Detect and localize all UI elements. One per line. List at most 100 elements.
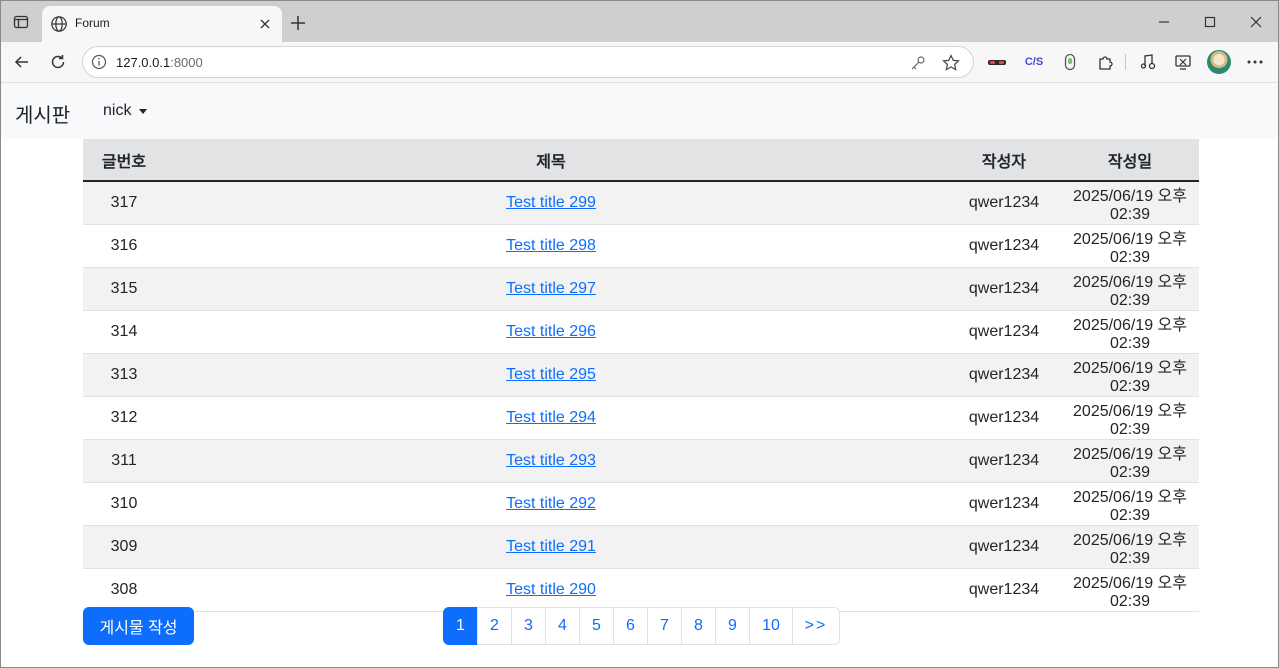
post-date: 2025/06/19 오후 02:39 xyxy=(1073,231,1187,266)
page-link-10[interactable]: 10 xyxy=(749,607,793,645)
new-tab-icon[interactable] xyxy=(288,13,308,33)
tab-strip: Forum xyxy=(1,1,1278,42)
post-date: 2025/06/19 오후 02:39 xyxy=(1073,489,1187,524)
user-name: nick xyxy=(103,102,132,119)
post-num: 312 xyxy=(110,409,138,426)
post-num: 310 xyxy=(110,495,138,512)
reload-icon[interactable] xyxy=(46,50,70,74)
user-dropdown[interactable]: nick xyxy=(103,102,148,120)
post-title-link[interactable]: Test title 294 xyxy=(506,409,596,426)
post-num: 308 xyxy=(110,581,138,598)
chevron-down-icon xyxy=(139,108,148,114)
post-author: qwer1234 xyxy=(968,538,1040,555)
globe-icon xyxy=(51,16,67,32)
post-title-link[interactable]: Test title 297 xyxy=(506,280,596,297)
header-date: 작성일 xyxy=(1107,153,1153,171)
post-num: 315 xyxy=(110,280,138,297)
header-author: 작성자 xyxy=(981,153,1027,171)
browser-toolbar: 127.0.0.1:8000 C/S xyxy=(1,42,1278,83)
tab-title: Forum xyxy=(75,16,110,30)
post-date: 2025/06/19 오후 02:39 xyxy=(1073,188,1187,223)
post-author: qwer1234 xyxy=(968,280,1040,297)
pill-icon[interactable] xyxy=(1059,51,1081,73)
post-num: 314 xyxy=(110,323,138,340)
post-table: 글번호 제목 작성자 작성일 317 Test title 299 qwer12… xyxy=(83,139,1199,612)
profile-avatar[interactable] xyxy=(1207,50,1231,74)
navbar: 게시판 nick xyxy=(1,83,1278,139)
table-row: 311 Test title 293 qwer1234 2025/06/19 오… xyxy=(83,439,1199,483)
back-icon[interactable] xyxy=(10,50,34,74)
table-row: 309 Test title 291 qwer1234 2025/06/19 오… xyxy=(83,525,1199,569)
page-link-9[interactable]: 9 xyxy=(715,607,750,645)
toolbar-separator xyxy=(1125,54,1126,70)
favorite-star-icon[interactable] xyxy=(941,53,961,73)
table-row: 313 Test title 295 qwer1234 2025/06/19 오… xyxy=(83,353,1199,397)
url-text: 127.0.0.1:8000 xyxy=(116,55,203,70)
address-bar[interactable]: 127.0.0.1:8000 xyxy=(82,46,974,78)
post-author: qwer1234 xyxy=(968,409,1040,426)
post-num: 311 xyxy=(111,452,137,469)
brand-link[interactable]: 게시판 xyxy=(15,99,70,128)
puzzle-icon[interactable] xyxy=(1095,51,1117,73)
post-date: 2025/06/19 오후 02:39 xyxy=(1073,360,1187,395)
close-window-icon[interactable] xyxy=(1244,11,1268,33)
page-next-button[interactable]: >> xyxy=(792,607,840,645)
page-link-3[interactable]: 3 xyxy=(511,607,546,645)
table-row: 310 Test title 292 qwer1234 2025/06/19 오… xyxy=(83,482,1199,526)
tab-actions-icon[interactable] xyxy=(10,11,32,33)
page-link-4[interactable]: 4 xyxy=(545,607,580,645)
table-row: 308 Test title 290 qwer1234 2025/06/19 오… xyxy=(83,568,1199,612)
media-icon[interactable] xyxy=(1137,51,1159,73)
post-author: qwer1234 xyxy=(968,452,1040,469)
post-title-link[interactable]: Test title 296 xyxy=(506,323,596,340)
page-link-7[interactable]: 7 xyxy=(647,607,682,645)
table-row: 315 Test title 297 qwer1234 2025/06/19 오… xyxy=(83,267,1199,311)
css-icon[interactable]: C/S xyxy=(1023,51,1045,73)
incognito-icon[interactable] xyxy=(986,51,1008,73)
table-row: 314 Test title 296 qwer1234 2025/06/19 오… xyxy=(83,310,1199,354)
more-menu-icon[interactable] xyxy=(1244,51,1266,73)
header-title: 제목 xyxy=(536,153,566,171)
post-title-link[interactable]: Test title 295 xyxy=(506,366,596,383)
post-num: 309 xyxy=(110,538,138,555)
screenshot-icon[interactable] xyxy=(1172,51,1194,73)
tab-forum[interactable]: Forum xyxy=(42,6,282,42)
site-info-icon[interactable] xyxy=(91,54,107,70)
pagination: 1 2 3 4 5 6 7 8 9 10 >> xyxy=(443,607,840,645)
post-date: 2025/06/19 오후 02:39 xyxy=(1073,403,1187,438)
table-row: 317 Test title 299 qwer1234 2025/06/19 오… xyxy=(83,181,1199,225)
post-num: 313 xyxy=(110,366,138,383)
post-date: 2025/06/19 오후 02:39 xyxy=(1073,575,1187,610)
post-num: 317 xyxy=(110,194,138,211)
post-title-link[interactable]: Test title 291 xyxy=(506,538,596,555)
table-header-row: 글번호 제목 작성자 작성일 xyxy=(83,139,1199,181)
header-num: 글번호 xyxy=(101,153,147,171)
post-date: 2025/06/19 오후 02:39 xyxy=(1073,446,1187,481)
page-link-5[interactable]: 5 xyxy=(579,607,614,645)
maximize-icon[interactable] xyxy=(1198,11,1222,33)
post-title-link[interactable]: Test title 292 xyxy=(506,495,596,512)
post-title-link[interactable]: Test title 290 xyxy=(506,581,596,598)
close-tab-icon[interactable] xyxy=(256,15,274,33)
table-row: 316 Test title 298 qwer1234 2025/06/19 오… xyxy=(83,224,1199,268)
page-link-6[interactable]: 6 xyxy=(613,607,648,645)
post-date: 2025/06/19 오후 02:39 xyxy=(1073,274,1187,309)
post-title-link[interactable]: Test title 293 xyxy=(506,452,596,469)
write-post-button[interactable]: 게시물 작성 xyxy=(83,607,194,645)
post-author: qwer1234 xyxy=(968,581,1040,598)
page-link-1[interactable]: 1 xyxy=(443,607,478,645)
browser-window: Forum 127.0.0.1:8000 C/S 게시판 nick 글번호 제목… xyxy=(0,0,1279,668)
post-title-link[interactable]: Test title 299 xyxy=(506,194,596,211)
url-port: :8000 xyxy=(170,55,203,70)
page-content: 게시판 nick 글번호 제목 작성자 작성일 317 Test title 2… xyxy=(1,83,1278,667)
post-title-link[interactable]: Test title 298 xyxy=(506,237,596,254)
post-num: 316 xyxy=(110,237,138,254)
page-link-2[interactable]: 2 xyxy=(477,607,512,645)
post-date: 2025/06/19 오후 02:39 xyxy=(1073,317,1187,352)
key-icon[interactable] xyxy=(909,54,927,72)
post-date: 2025/06/19 오후 02:39 xyxy=(1073,532,1187,567)
url-host: 127.0.0.1 xyxy=(116,55,171,70)
minimize-icon[interactable] xyxy=(1152,11,1176,33)
page-link-8[interactable]: 8 xyxy=(681,607,716,645)
post-author: qwer1234 xyxy=(968,194,1040,211)
